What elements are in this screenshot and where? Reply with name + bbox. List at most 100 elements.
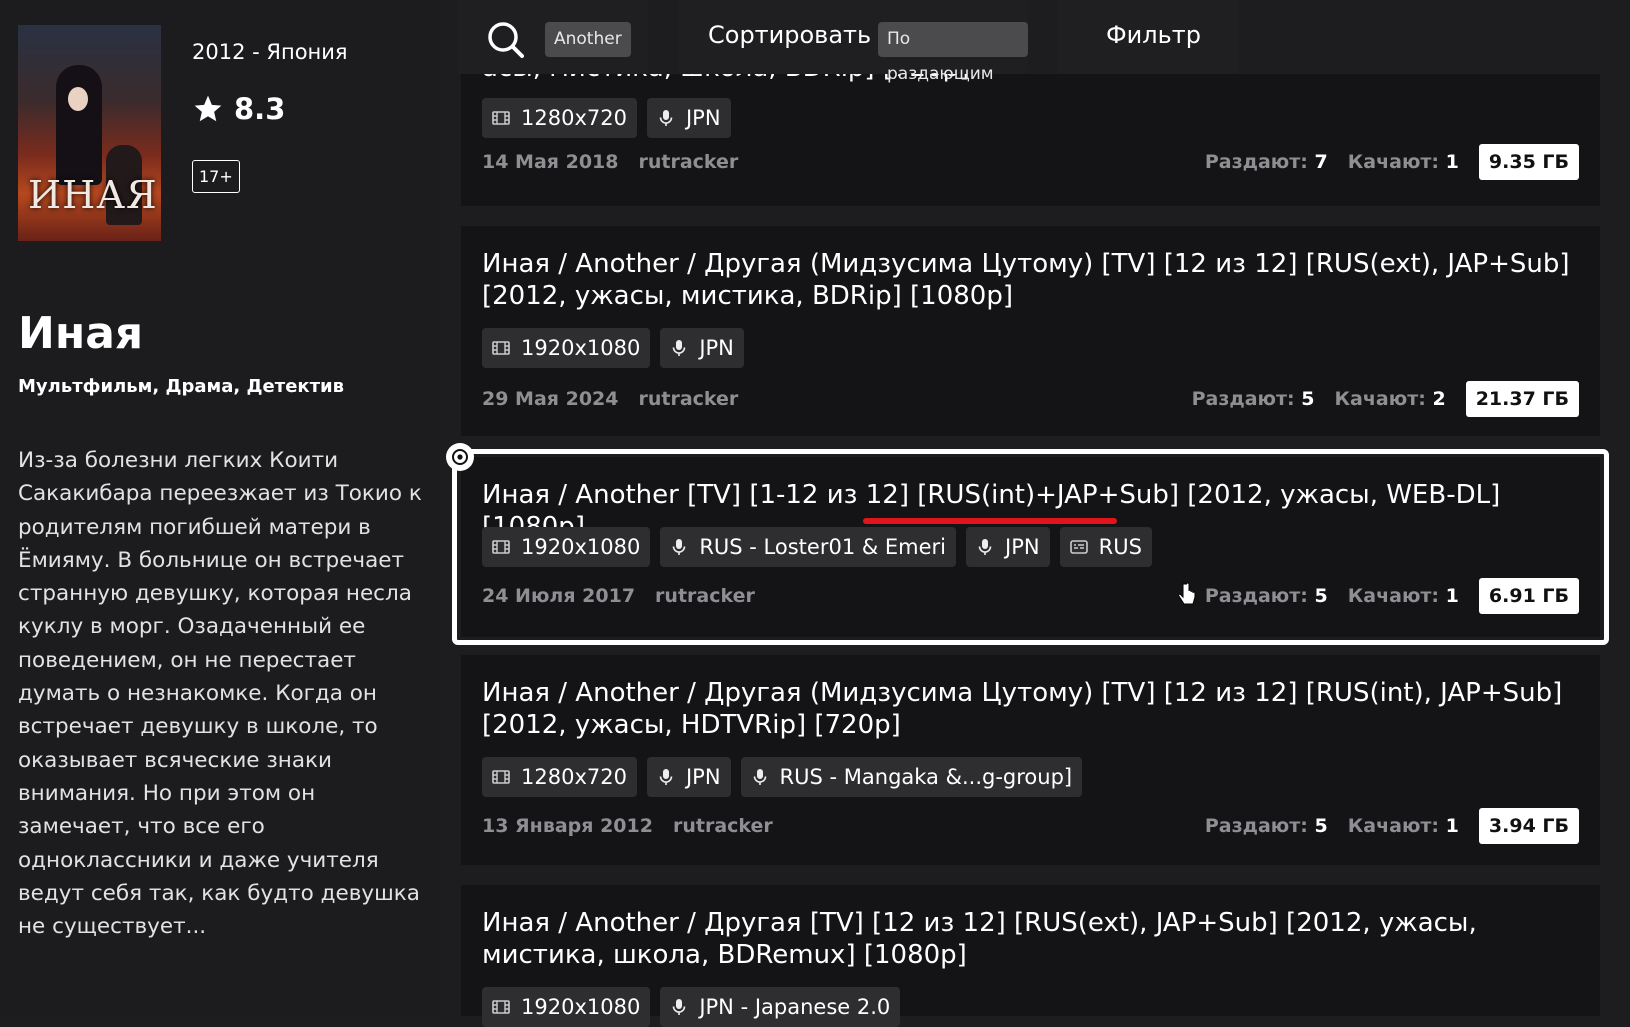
age-rating-badge: 17+ [192, 160, 240, 193]
tag-audio: JPN - Japanese 2.0 [660, 987, 901, 1027]
leechers-count: 1 [1445, 815, 1459, 837]
torrent-date: 13 Января 2012 [482, 815, 653, 837]
tag-audio: RUS - Loster01 & Emeri [660, 527, 957, 567]
leechers-count: 1 [1445, 585, 1459, 607]
focus-indicator-icon [446, 443, 474, 471]
tag-audio: JPN [646, 757, 731, 797]
tag-text: JPN - Japanese 2.0 [699, 995, 891, 1019]
tag-text: 1920x1080 [521, 336, 641, 360]
leechers-stat: Качают: 2 [1335, 388, 1446, 410]
star-icon [194, 95, 222, 122]
microphone-icon [673, 999, 686, 1015]
movie-genres: Мультфильм, Драма, Детектив [18, 376, 345, 397]
torrent-title: Иная / Another / Другая [TV] [12 из 12] … [482, 908, 1477, 970]
torrent-card-selected[interactable]: Иная / Another [TV] [1-12 из 12] [RUS(in… [446, 443, 1609, 645]
tag-audio: JPN [660, 328, 744, 368]
microphone-icon [978, 539, 992, 555]
microphone-icon [659, 769, 673, 785]
sort-value-chip[interactable]: По раздающим [878, 22, 1028, 84]
tag-audio: JPN [966, 527, 1050, 567]
poster-figure-girl [56, 65, 102, 185]
tag-resolution: 1920x1080 [482, 987, 651, 1027]
seeders-stat: Раздают: 5 [1205, 815, 1328, 837]
torrent-date: 14 Мая 2018 [482, 151, 619, 173]
filter-button[interactable]: Фильтр [1106, 21, 1201, 49]
torrent-card[interactable]: Иная / Another / Другая (Мидзусима Цутом… [461, 226, 1600, 436]
seeders-count: 7 [1314, 151, 1328, 173]
leechers-stat: Качают: 1 [1348, 151, 1459, 173]
highlight-underline [863, 518, 1117, 524]
leechers-label: Качают: [1347, 815, 1440, 837]
sort-label[interactable]: Сортировать [708, 21, 871, 49]
subtitles-icon [1069, 540, 1088, 554]
torrent-card[interactable]: Иная / Another / Другая [TV] [12 из 12] … [461, 885, 1600, 1027]
tag-resolution: 1280x720 [482, 757, 637, 797]
tag-resolution: 1920x1080 [482, 328, 651, 368]
size-badge: 21.37 ГБ [1465, 381, 1579, 417]
seeders-label: Раздают: [1191, 388, 1295, 410]
search-query-chip[interactable]: Another [545, 22, 631, 57]
seeders-label: Раздают: [1204, 585, 1308, 607]
tag-text: JPN [685, 765, 721, 789]
seeders-label: Раздают: [1204, 815, 1308, 837]
size-badge: 9.35 ГБ [1478, 144, 1579, 180]
tag-subtitles: RUS [1059, 527, 1152, 567]
tag-text: JPN [1005, 535, 1040, 559]
leechers-count: 1 [1445, 151, 1459, 173]
movie-description: Из-за болезни легких Коити Сакакибара пе… [18, 448, 422, 940]
tag-text: RUS - Loster01 & Emeri [699, 535, 947, 559]
rating: 8.3 [192, 92, 285, 126]
tag-text: JPN [685, 106, 721, 130]
tag-resolution: 1920x1080 [482, 527, 651, 567]
seeders-count: 5 [1314, 815, 1328, 837]
film-icon [492, 770, 510, 784]
microphone-icon [673, 340, 686, 356]
seeders-stat: Раздают: 7 [1205, 151, 1328, 173]
seeders-stat: Раздают: 5 [1205, 585, 1328, 607]
torrent-date: 24 Июля 2017 [482, 585, 636, 607]
tag-text: 1280x720 [521, 765, 627, 789]
seeders-stat: Раздают: 5 [1192, 388, 1315, 410]
movie-info-panel: ИНАЯ 2012 - Япония 8.3 17+ Иная Мультфил… [0, 0, 440, 1016]
tag-text: 1280x720 [521, 106, 627, 130]
search-group[interactable]: Another [458, 0, 648, 74]
rating-value: 8.3 [234, 92, 286, 126]
tag-text: RUS [1098, 535, 1142, 559]
torrent-tracker: rutracker [638, 151, 739, 173]
torrent-list: асы, мистика, школа, BDRip] [720p] 1280x… [446, 0, 1609, 1027]
torrent-card[interactable]: Иная / Another / Другая (Мидзусима Цутом… [461, 655, 1600, 865]
poster-title-text: ИНАЯ [28, 173, 158, 217]
seeders-count: 5 [1314, 585, 1328, 607]
film-icon [492, 341, 510, 355]
film-icon [492, 111, 510, 125]
seeders-label: Раздают: [1204, 151, 1308, 173]
size-badge: 3.94 ГБ [1478, 808, 1579, 844]
tag-text: 1920x1080 [521, 535, 641, 559]
filter-group[interactable]: Фильтр [1058, 0, 1238, 74]
movie-title: Иная [18, 308, 144, 359]
leechers-label: Качают: [1334, 388, 1426, 410]
torrent-title: Иная / Another / Другая (Мидзусима Цутом… [482, 678, 1563, 740]
torrent-date: 29 Мая 2024 [482, 388, 619, 410]
search-icon[interactable] [486, 20, 526, 60]
torrent-tracker: rutracker [672, 815, 773, 837]
film-icon [492, 1000, 510, 1014]
tag-text: RUS - Mangaka &...g-group] [779, 765, 1073, 789]
hand-cursor-icon [1178, 582, 1196, 605]
poster-figure-face [68, 87, 88, 111]
tag-audio: RUS - Mangaka &...g-group] [740, 757, 1083, 797]
tag-text: 1920x1080 [521, 995, 641, 1019]
target-icon [452, 449, 468, 465]
size-badge: 6.91 ГБ [1478, 578, 1579, 614]
microphone-icon [753, 769, 766, 785]
movie-poster: ИНАЯ [18, 25, 161, 241]
toolbar: Another Сортировать По раздающим Фильтр [458, 0, 1600, 84]
sort-group[interactable]: Сортировать По раздающим [678, 0, 1028, 84]
leechers-stat: Качают: 1 [1348, 585, 1459, 607]
tag-text: JPN [699, 336, 734, 360]
microphone-icon [659, 110, 673, 126]
torrent-title: Иная / Another / Другая (Мидзусима Цутом… [482, 249, 1570, 311]
seeders-count: 5 [1301, 388, 1315, 410]
torrent-tracker: rutracker [638, 388, 739, 410]
tag-audio: JPN [646, 98, 731, 138]
